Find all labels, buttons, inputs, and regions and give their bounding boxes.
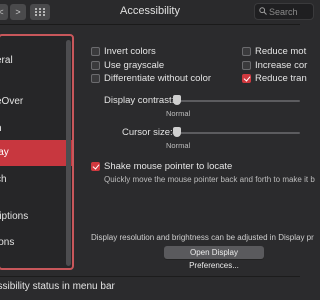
sidebar-item-zoom[interactable]: n <box>0 118 72 140</box>
sidebar-item-label: eral <box>0 55 13 66</box>
reduce-motion-checkbox[interactable] <box>242 47 251 56</box>
sidebar-item-label: ch <box>0 174 7 185</box>
sidebar-item-speech[interactable]: ch <box>0 169 72 191</box>
display-info-text: Display resolution and brightness can be… <box>91 233 314 242</box>
sidebar: eral eOver n lay ch riptions ions <box>0 34 74 270</box>
back-button[interactable]: < <box>0 4 8 20</box>
reduce-transparency-label: Reduce tran <box>255 73 307 84</box>
increase-contrast-checkbox[interactable] <box>242 61 251 70</box>
sidebar-item-label: eOver <box>0 96 24 107</box>
sidebar-item-descriptions[interactable]: riptions <box>0 206 72 228</box>
cursor-size-tick: Normal <box>166 141 191 150</box>
use-grayscale-label: Use grayscale <box>104 60 165 71</box>
search-input[interactable] <box>269 5 313 18</box>
accessibility-status-label: essibility status in menu bar <box>0 281 115 292</box>
invert-colors-checkbox[interactable] <box>91 47 100 56</box>
search-field[interactable] <box>254 3 314 20</box>
display-contrast-label: Display contrast: <box>104 95 175 106</box>
use-grayscale-checkbox[interactable] <box>91 61 100 70</box>
open-display-preferences-button[interactable]: Open Display Preferences... <box>164 246 264 270</box>
differentiate-checkbox[interactable] <box>91 74 100 83</box>
increase-contrast-label: Increase cor <box>255 60 308 71</box>
shake-to-locate-checkbox[interactable] <box>91 162 100 171</box>
sidebar-item-label: lay <box>0 147 9 158</box>
shake-to-locate-label: Shake mouse pointer to locate <box>104 161 233 172</box>
reduce-motion-label: Reduce mot <box>255 46 307 57</box>
show-all-button[interactable] <box>30 4 50 20</box>
forward-button[interactable]: > <box>10 4 26 20</box>
cursor-size-label: Cursor size: <box>122 127 173 138</box>
sidebar-item-captions[interactable]: ions <box>0 232 72 254</box>
search-icon <box>259 7 267 15</box>
sidebar-item-voiceover[interactable]: eOver <box>0 91 72 113</box>
sidebar-item-label: n <box>0 123 2 134</box>
display-contrast-thumb[interactable] <box>173 95 181 105</box>
sidebar-item-label: riptions <box>0 211 29 222</box>
accessibility-status-option[interactable]: essibility status in menu bar <box>0 281 115 295</box>
divider <box>0 276 300 277</box>
grid-icon <box>35 8 45 16</box>
sidebar-scrollbar[interactable] <box>66 40 71 266</box>
invert-colors-label: Invert colors <box>104 46 156 57</box>
window-title: Accessibility <box>120 5 180 17</box>
cursor-size-thumb[interactable] <box>173 127 181 137</box>
sidebar-item-display[interactable]: lay <box>0 140 72 166</box>
sidebar-item-general[interactable]: eral <box>0 50 72 72</box>
differentiate-label: Differentiate without color <box>104 73 212 84</box>
display-contrast-tick: Normal <box>166 109 191 118</box>
sidebar-item-label: ions <box>0 237 15 248</box>
title-bar: < > Accessibility <box>0 0 314 25</box>
cursor-size-track[interactable] <box>172 132 300 134</box>
shake-description: Quickly move the mouse pointer back and … <box>104 175 315 184</box>
display-contrast-track[interactable] <box>172 100 300 102</box>
reduce-transparency-checkbox[interactable] <box>242 74 251 83</box>
